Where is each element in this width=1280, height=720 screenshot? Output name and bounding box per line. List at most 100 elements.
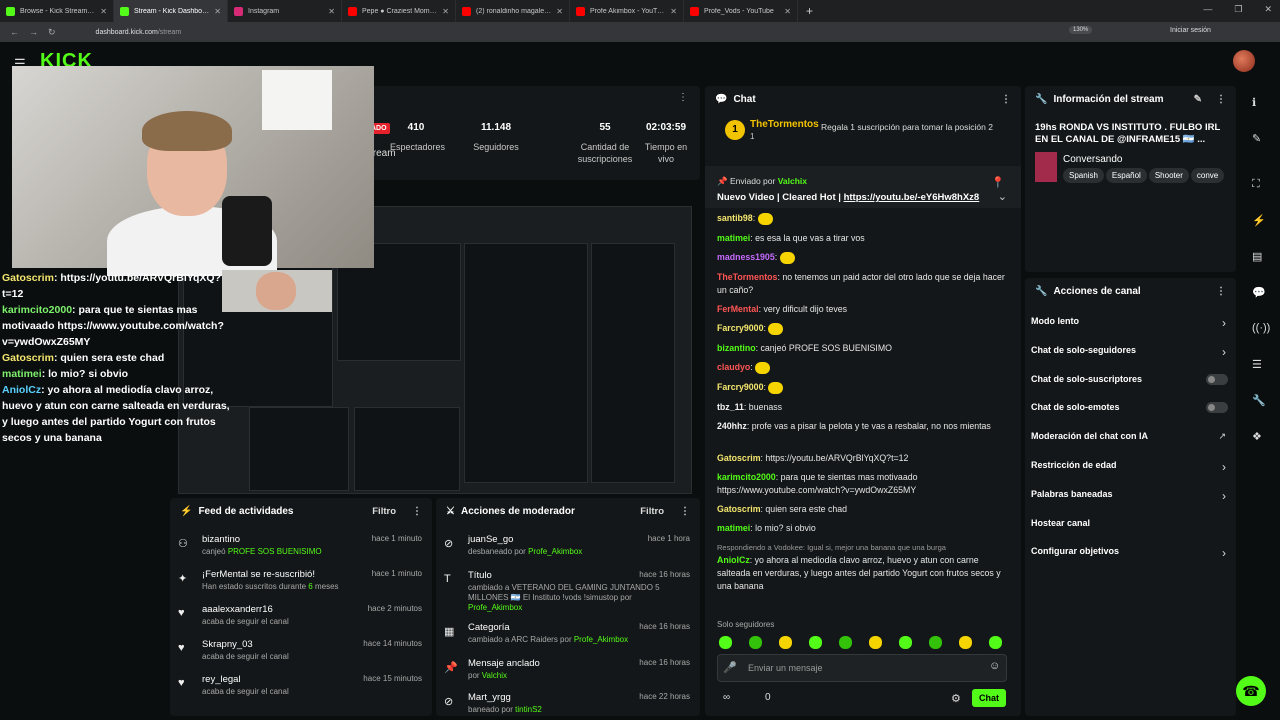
chat-username[interactable]: matimei <box>717 523 750 533</box>
feed-item[interactable]: ♥ aaalexxanderr16 acaba de seguir el canal… <box>170 604 432 638</box>
chevron-down-icon[interactable]: ⌄ <box>998 190 1007 203</box>
chat-username[interactable]: TheTormentos <box>717 272 777 282</box>
emote-icon[interactable] <box>749 636 762 649</box>
chat-message[interactable]: matimei: lo mio? si obvio <box>717 522 1013 535</box>
chat-message[interactable]: FerMental: very dificult dijo teves <box>717 303 1013 316</box>
mod-action-by[interactable]: tintinS2 <box>515 705 542 714</box>
chat-message[interactable]: TheTormentos: no tenemos un paid actor d… <box>717 271 1013 297</box>
more-options-icon[interactable]: ⋮ <box>1216 286 1226 297</box>
chat-username[interactable]: santib98 <box>717 213 753 223</box>
emote-icon[interactable] <box>929 636 942 649</box>
browser-tab[interactable]: Profe Akimbox - YouTube ✕ <box>570 0 684 22</box>
mod-action-item[interactable]: T Título cambiado a VETERANO DEL GAMING JU… <box>436 570 700 622</box>
emoji-icon[interactable]: ☺ <box>989 660 1000 672</box>
channel-action-item[interactable]: Hostear canal <box>1025 518 1236 538</box>
stream-tag[interactable]: Spanish <box>1063 168 1104 183</box>
close-icon[interactable]: ✕ <box>328 7 335 16</box>
mod-action-item[interactable]: 📌 Mensaje anclado por Valchix hace 16 horas <box>436 658 700 692</box>
channel-action-item[interactable]: Configurar objetivos › <box>1025 546 1236 566</box>
chat-username[interactable]: Farcry9000 <box>717 323 763 333</box>
chat-message[interactable]: Gatoscrim: quien sera este chad <box>717 503 1013 516</box>
browser-tab[interactable]: Pepe ● Craziest Moments ● ✕ <box>342 0 456 22</box>
mod-action-item[interactable]: ⊘ juanSe_go desbaneado por Profe_Akimbox ha… <box>436 534 700 568</box>
chat-message[interactable]: claudyo: <box>717 361 1013 374</box>
browser-tab[interactable]: Instagram ✕ <box>228 0 342 22</box>
close-icon[interactable]: ✕ <box>556 7 563 16</box>
new-tab-icon[interactable]: + <box>798 4 821 18</box>
group-icon[interactable]: ❖ <box>1252 430 1262 443</box>
address-field[interactable]: dashboard.kick.com/stream <box>96 29 182 36</box>
close-icon[interactable]: ✕ <box>100 7 107 16</box>
category-name[interactable]: Conversando <box>1063 154 1122 165</box>
emote-icon[interactable] <box>839 636 852 649</box>
mod-action-by[interactable]: Profe_Akimbox <box>574 635 628 644</box>
channel-action-item[interactable]: Chat de solo-emotes <box>1025 402 1236 422</box>
close-icon[interactable]: ✕ <box>784 7 791 16</box>
stream-tag[interactable]: conve <box>1190 168 1225 183</box>
bolt-icon[interactable]: ⚡ <box>1252 214 1266 227</box>
more-options-icon[interactable]: ⋮ <box>1216 94 1226 105</box>
broadcast-icon[interactable]: ((·)) <box>1252 322 1270 334</box>
minimize-icon[interactable]: — <box>1203 4 1212 15</box>
pinned-link[interactable]: https://youtu.be/-eY6Hw8hXz8 <box>844 192 980 203</box>
feed-item[interactable]: ⚇ bizantino canjeó PROFE SOS BUENISIMO hace… <box>170 534 432 568</box>
chat-message[interactable]: Gatoscrim: https://youtu.be/ARVQrBlYqXQ?… <box>717 452 1013 465</box>
channel-action-item[interactable]: Moderación del chat con IA ↗ <box>1025 431 1236 451</box>
feed-item[interactable]: ♥ rey_legal acaba de seguir el canal hace 1… <box>170 674 432 708</box>
feed-item[interactable]: ♥ Skrapny_03 acaba de seguir el canal hace … <box>170 639 432 673</box>
channel-action-item[interactable]: Restricción de edad › <box>1025 460 1236 480</box>
capture-icon[interactable]: ⛶ <box>1252 178 1260 191</box>
chat-message[interactable]: bizantino: canjeó PROFE SOS BUENISIMO <box>717 342 1013 355</box>
mod-action-by[interactable]: Valchix <box>482 671 507 680</box>
mod-action-item[interactable]: ⊘ Mart_yrgg baneado por tintinS2 hace 22 ho… <box>436 692 700 714</box>
chat-username[interactable]: 240hhz <box>717 421 747 431</box>
infinite-points-icon[interactable]: ∞ <box>723 692 730 703</box>
emote-bar[interactable] <box>717 636 1017 650</box>
edit-icon[interactable]: ✎ <box>1252 132 1261 145</box>
toggle-switch[interactable] <box>1206 402 1228 414</box>
chat-message[interactable]: tbz_11: buenass <box>717 401 1013 414</box>
chat-message[interactable]: Farcry9000: <box>717 381 1013 394</box>
mic-icon[interactable]: 🎤 <box>723 661 737 674</box>
chat-input[interactable]: Enviar un mensaje <box>717 654 1007 682</box>
chat-username[interactable]: FerMental <box>717 304 759 314</box>
close-icon[interactable]: ✕ <box>442 7 449 16</box>
stream-tag[interactable]: Shooter <box>1148 168 1189 183</box>
chat-username[interactable]: madness1905 <box>717 252 775 262</box>
browser-tab[interactable]: Stream - Kick Dashboard ✕ <box>114 0 228 22</box>
reload-icon[interactable]: ↻ <box>48 27 56 38</box>
back-icon[interactable]: ← <box>10 27 19 37</box>
chat-username[interactable]: Farcry9000 <box>717 382 763 392</box>
browser-tab[interactable]: (2) ronaldinho magalenha - Yo ✕ <box>456 0 570 22</box>
forward-icon[interactable]: → <box>29 27 38 37</box>
chat-message[interactable]: Farcry9000: <box>717 322 1013 335</box>
channel-action-item[interactable]: Modo lento › <box>1025 316 1236 336</box>
emote-icon[interactable] <box>989 636 1002 649</box>
emote-icon[interactable] <box>809 636 822 649</box>
toggle-switch[interactable] <box>1206 373 1228 385</box>
unpin-icon[interactable]: 📍 <box>991 176 1005 189</box>
mod-action-by[interactable]: Profe_Akimbox <box>528 547 582 556</box>
chat-username[interactable]: claudyo <box>717 362 750 372</box>
chat-username[interactable]: matimei <box>717 233 750 243</box>
top-gifter-name[interactable]: TheTormentos <box>750 119 819 130</box>
send-chat-button[interactable]: Chat <box>972 689 1006 707</box>
chat-message[interactable]: matimei: es esa la que vas a tirar vos <box>717 232 1013 245</box>
more-options-icon[interactable]: ⋮ <box>1001 94 1011 105</box>
chat-username[interactable]: tbz_11 <box>717 402 744 412</box>
document-icon[interactable]: ▤ <box>1252 250 1262 263</box>
edit-icon[interactable]: ✎ <box>1194 94 1202 105</box>
emote-icon[interactable] <box>719 636 732 649</box>
mod-filter-button[interactable]: Filtro <box>640 506 664 517</box>
server-icon[interactable]: ☰ <box>1252 358 1262 371</box>
chat-username[interactable]: karimcito2000 <box>717 472 776 482</box>
channel-action-item[interactable]: Chat de solo-seguidores › <box>1025 345 1236 365</box>
gift-prompt[interactable]: Regala 1 suscripción para tomar la posic… <box>821 122 1016 133</box>
channel-action-item[interactable]: Palabras baneadas › <box>1025 489 1236 509</box>
feed-filter-button[interactable]: Filtro <box>372 506 396 517</box>
stream-tag[interactable]: Español <box>1105 168 1147 183</box>
chat-username[interactable]: Gatoscrim <box>717 453 761 463</box>
emote-icon[interactable] <box>959 636 972 649</box>
close-icon[interactable]: ✕ <box>670 7 677 16</box>
support-icon[interactable]: ☎ <box>1236 676 1266 706</box>
